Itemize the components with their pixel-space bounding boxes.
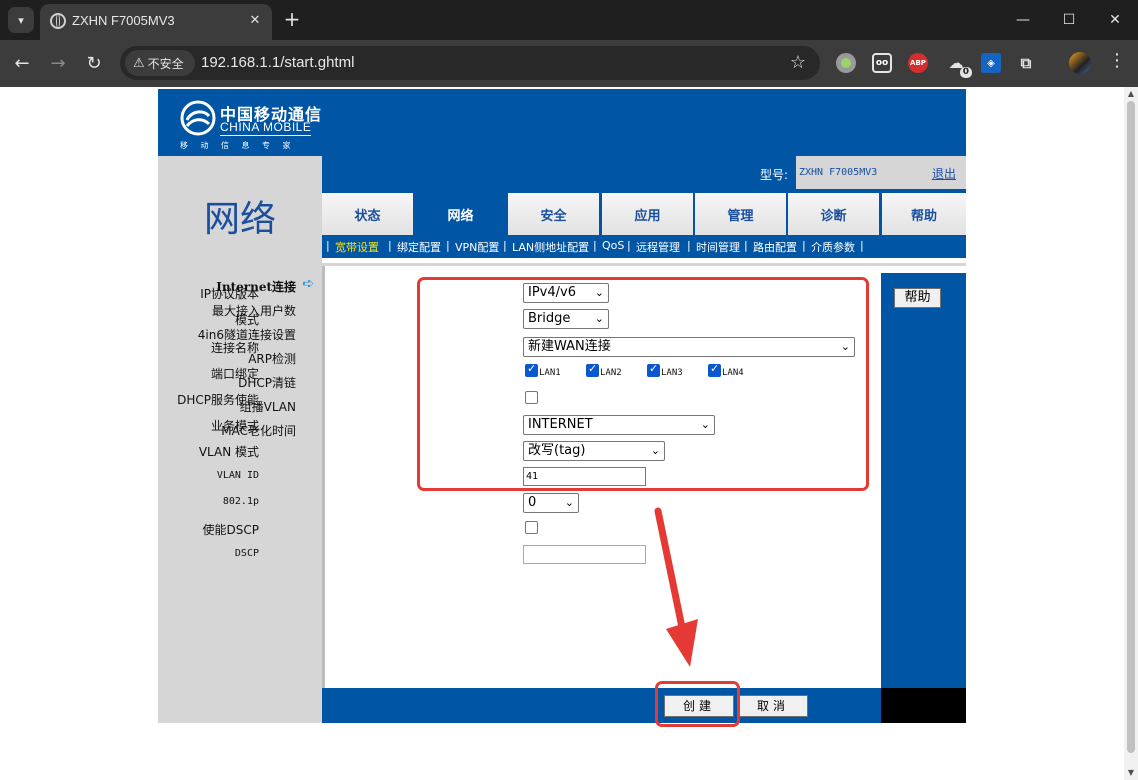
tab-help[interactable]: 帮助 bbox=[882, 193, 966, 235]
browser-tab-bar: ▾ ZXHN F7005MV3 ✕ + — ☐ ✕ bbox=[0, 0, 1138, 40]
subnav-separator: | bbox=[860, 239, 864, 252]
browser-toolbar: ← → ↻ ⚠ 不安全 192.168.1.1/start.ghtml ☆ oo… bbox=[0, 40, 1138, 87]
subnav-separator: | bbox=[744, 239, 748, 252]
enable-dscp-checkbox[interactable] bbox=[525, 521, 538, 534]
dscp-label: DSCP bbox=[234, 548, 259, 559]
vlan-mode-label: VLAN 模式 bbox=[198, 445, 259, 459]
browser-menu-icon[interactable]: ⋮ bbox=[1108, 50, 1126, 71]
model-value: ZXHN F7005MV3 bbox=[799, 167, 878, 178]
tab-network[interactable]: 网络 bbox=[415, 193, 506, 235]
info-strip: 型号: ZXHN F7005MV3 退出 bbox=[322, 156, 966, 189]
annotation-highlight-form bbox=[417, 277, 869, 491]
subnav-separator: | bbox=[326, 239, 330, 252]
new-tab-button[interactable]: + bbox=[280, 8, 304, 32]
subnav-separator: | bbox=[446, 239, 450, 252]
service-mode-label: 业务模式 bbox=[210, 419, 259, 433]
close-tab-icon[interactable]: ✕ bbox=[245, 10, 265, 30]
logout-link[interactable]: 退出 bbox=[932, 165, 956, 182]
cancel-button[interactable]: 取消 bbox=[738, 695, 808, 717]
arrow-right-icon: ➪ bbox=[302, 276, 314, 292]
logo-english-text: CHINA MOBILE bbox=[220, 120, 312, 136]
warning-icon: ⚠ bbox=[133, 55, 145, 71]
section-title: 网络 bbox=[203, 199, 276, 240]
security-label: 不安全 bbox=[147, 56, 184, 71]
forward-button[interactable]: → bbox=[45, 50, 71, 76]
model-box: ZXHN F7005MV3 退出 bbox=[796, 156, 966, 189]
minimize-button[interactable]: — bbox=[1000, 0, 1046, 40]
chevron-down-icon: ⌄ bbox=[564, 496, 574, 509]
mode-label: 模式 bbox=[234, 313, 259, 327]
extension-badge: 0 bbox=[959, 67, 972, 78]
tab-management[interactable]: 管理 bbox=[695, 193, 786, 235]
priority-8021p-label: 802.1p bbox=[222, 496, 259, 507]
sub-navigation: | 宽带设置 | 绑定配置 | VPN配置 | LAN侧地址配置 | QoS |… bbox=[322, 235, 966, 258]
dhcp-service-label: DHCP服务使能 bbox=[177, 393, 259, 407]
subnav-time-management[interactable]: 时间管理 bbox=[696, 239, 740, 255]
extension-cloud-icon[interactable]: ☁ 0 bbox=[946, 53, 972, 78]
main-tabs: 状态 网络 安全 应用 管理 诊断 帮助 bbox=[322, 189, 966, 235]
url-text[interactable]: 192.168.1.1/start.ghtml bbox=[201, 54, 354, 71]
subnav-binding[interactable]: 绑定配置 bbox=[397, 239, 441, 255]
header-logo-bar: 中国移动通信 CHINA MOBILE 移动信息专家 bbox=[158, 89, 966, 156]
subnav-separator: | bbox=[388, 239, 392, 252]
china-mobile-logo-icon bbox=[180, 100, 216, 136]
globe-icon bbox=[50, 13, 66, 29]
bottom-right-spacer bbox=[881, 688, 966, 723]
tab-application[interactable]: 应用 bbox=[602, 193, 693, 235]
help-button[interactable]: 帮助 bbox=[894, 288, 941, 308]
address-bar[interactable]: ⚠ 不安全 192.168.1.1/start.ghtml ☆ bbox=[120, 46, 820, 80]
connection-name-label: 连接名称 bbox=[210, 341, 259, 355]
tab-security[interactable]: 安全 bbox=[508, 193, 599, 235]
page-viewport: 中国移动通信 CHINA MOBILE 移动信息专家 网络 型号: ZXHN F… bbox=[0, 87, 1138, 780]
enable-dscp-label: 使能DSCP bbox=[202, 523, 259, 537]
page-scrollbar[interactable]: ▲ ▼ bbox=[1124, 87, 1138, 780]
annotation-highlight-create bbox=[655, 681, 740, 727]
annotation-arrow-icon bbox=[654, 507, 698, 667]
scroll-thumb[interactable] bbox=[1127, 101, 1135, 753]
tab-title: ZXHN F7005MV3 bbox=[72, 13, 175, 28]
profile-avatar[interactable] bbox=[1069, 52, 1091, 74]
bottom-left-spacer bbox=[158, 688, 322, 723]
port-binding-label: 端口绑定 bbox=[210, 367, 259, 381]
subnav-qos[interactable]: QoS bbox=[602, 239, 624, 252]
back-button[interactable]: ← bbox=[9, 50, 35, 76]
maximize-button[interactable]: ☐ bbox=[1046, 0, 1092, 40]
priority-8021p-select[interactable]: 0 ⌄ bbox=[523, 493, 579, 513]
subnav-remote-management[interactable]: 远程管理 bbox=[636, 239, 680, 255]
bookmark-star-icon[interactable]: ☆ bbox=[790, 52, 806, 73]
close-window-button[interactable]: ✕ bbox=[1092, 0, 1138, 40]
extension-glasses-icon[interactable]: oo bbox=[872, 53, 892, 73]
action-bar: 创建 取消 bbox=[322, 688, 881, 723]
vlan-id-label: VLAN ID bbox=[216, 470, 259, 481]
browser-tab[interactable]: ZXHN F7005MV3 ✕ bbox=[40, 4, 272, 40]
subnav-separator: | bbox=[802, 239, 806, 252]
scroll-up-icon[interactable]: ▲ bbox=[1127, 89, 1135, 99]
security-chip[interactable]: ⚠ 不安全 bbox=[125, 50, 195, 76]
adblock-icon[interactable]: ABP bbox=[908, 53, 928, 73]
subnav-separator: | bbox=[593, 239, 597, 252]
subnav-separator: | bbox=[687, 239, 691, 252]
subnav-separator: | bbox=[503, 239, 507, 252]
dscp-input[interactable] bbox=[523, 545, 646, 564]
subnav-broadband[interactable]: 宽带设置 bbox=[335, 239, 379, 255]
model-label: 型号: bbox=[760, 168, 789, 182]
subnav-vpn[interactable]: VPN配置 bbox=[455, 239, 499, 255]
tab-status[interactable]: 状态 bbox=[322, 193, 413, 235]
reload-button[interactable]: ↻ bbox=[81, 50, 107, 76]
subnav-separator: | bbox=[627, 239, 631, 252]
tab-diagnosis[interactable]: 诊断 bbox=[788, 193, 879, 235]
subnav-media-params[interactable]: 介质参数 bbox=[811, 239, 855, 255]
logo-slogan: 移动信息专家 bbox=[180, 141, 303, 150]
priority-8021p-value: 0 bbox=[528, 495, 537, 510]
scroll-down-icon[interactable]: ▼ bbox=[1127, 768, 1135, 778]
extension-green-icon[interactable] bbox=[836, 53, 856, 73]
subnav-lan-address[interactable]: LAN侧地址配置 bbox=[512, 239, 589, 255]
ip-version-label: IP协议版本 bbox=[200, 287, 259, 301]
subnav-routing[interactable]: 路由配置 bbox=[753, 239, 797, 255]
extensions-puzzle-icon[interactable]: ⧉ bbox=[1016, 53, 1036, 73]
tab-search-button[interactable]: ▾ bbox=[8, 7, 34, 33]
section-header: 网络 bbox=[158, 156, 322, 258]
extension-shield-icon[interactable]: ◈ bbox=[981, 53, 1001, 73]
help-panel: 帮助 bbox=[881, 273, 966, 688]
